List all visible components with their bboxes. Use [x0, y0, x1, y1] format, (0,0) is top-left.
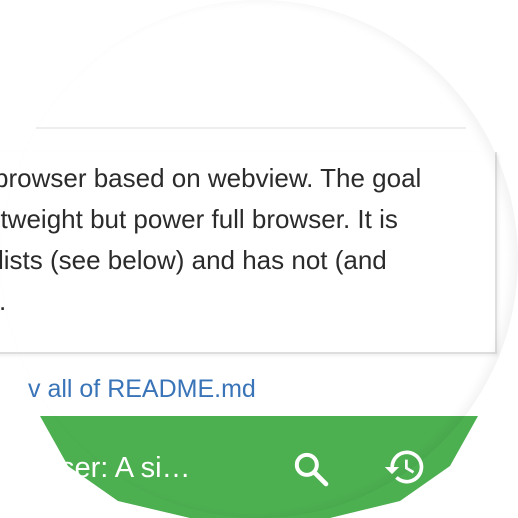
history-icon	[384, 450, 424, 484]
history-button[interactable]	[380, 442, 430, 492]
readme-card: browser based on webview. The goal ntwei…	[0, 152, 497, 354]
top-divider	[36, 127, 466, 129]
readme-line: s.	[0, 281, 495, 322]
view-all-readme-link[interactable]: v all of README.md	[28, 372, 256, 406]
repo-title[interactable]: ser: A si…	[60, 448, 236, 488]
readme-line: ntweight but power full browser. It is	[0, 204, 398, 234]
readme-line: browser based on webview. The goal	[0, 163, 422, 193]
search-button[interactable]	[288, 446, 334, 492]
readme-line: lists (see below) and has not (and	[0, 245, 387, 275]
search-icon	[294, 452, 329, 487]
app-screen: browser based on webview. The goal ntwei…	[0, 0, 518, 518]
readme-text: browser based on webview. The goal ntwei…	[0, 158, 495, 322]
